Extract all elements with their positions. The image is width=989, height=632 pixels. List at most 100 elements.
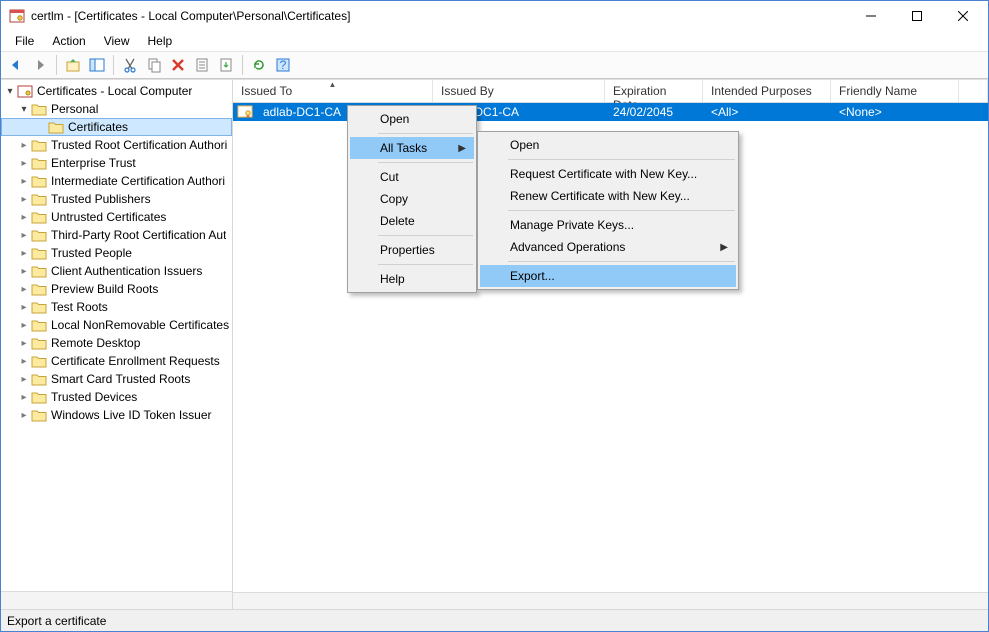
- menu-file[interactable]: File: [7, 32, 42, 50]
- sort-ascending-icon: ▲: [329, 80, 337, 89]
- expander-icon[interactable]: ▸: [17, 356, 31, 367]
- column-header-expiration[interactable]: Expiration Date: [605, 80, 703, 102]
- expander-icon[interactable]: ▾: [17, 104, 31, 115]
- ctx-sub-manage-private-keys[interactable]: Manage Private Keys...: [480, 214, 736, 236]
- expander-icon[interactable]: ▾: [3, 86, 17, 97]
- folder-icon: [31, 138, 47, 152]
- tree-item[interactable]: ▸ Client Authentication Issuers: [1, 262, 232, 280]
- tree-item[interactable]: ▸ Third-Party Root Certification Aut: [1, 226, 232, 244]
- tree-item-label: Intermediate Certification Authori: [51, 174, 225, 188]
- minimize-button[interactable]: [848, 1, 894, 31]
- ctx-copy[interactable]: Copy: [350, 188, 474, 210]
- expander-icon[interactable]: ▸: [17, 284, 31, 295]
- toolbar: ?: [1, 51, 988, 79]
- menu-action[interactable]: Action: [44, 32, 93, 50]
- tree-item-label: Trusted Devices: [51, 390, 137, 404]
- ctx-help[interactable]: Help: [350, 268, 474, 290]
- column-header-issued-by[interactable]: Issued By: [433, 80, 605, 102]
- tree-item[interactable]: ▸Preview Build Roots: [1, 280, 232, 298]
- show-hide-console-tree-button[interactable]: [86, 54, 108, 76]
- expander-icon[interactable]: ▸: [17, 320, 31, 331]
- list-header: Issued To▲ Issued By Expiration Date Int…: [233, 80, 988, 103]
- close-button[interactable]: [940, 1, 986, 31]
- tree-item[interactable]: ▸ Intermediate Certification Authori: [1, 172, 232, 190]
- tree-item[interactable]: ▸Test Roots: [1, 298, 232, 316]
- separator: [378, 162, 473, 163]
- expander-icon[interactable]: ▸: [17, 158, 31, 169]
- tree-item-personal[interactable]: ▾ Personal: [1, 100, 232, 118]
- expander-icon[interactable]: ▸: [17, 374, 31, 385]
- cut-button[interactable]: [119, 54, 141, 76]
- maximize-button[interactable]: [894, 1, 940, 31]
- folder-icon: [31, 282, 47, 296]
- folder-icon: [31, 372, 47, 386]
- ctx-sub-advanced-operations[interactable]: Advanced Operations▶: [480, 236, 736, 258]
- expander-icon[interactable]: ▸: [17, 194, 31, 205]
- tree-root-label: Certificates - Local Computer: [37, 84, 192, 98]
- expander-icon[interactable]: ▸: [17, 176, 31, 187]
- ctx-sub-request-new-key[interactable]: Request Certificate with New Key...: [480, 163, 736, 185]
- tree-root[interactable]: ▾ Certificates - Local Computer: [1, 82, 232, 100]
- expander-icon[interactable]: ▸: [17, 410, 31, 421]
- tree-item-label: Third-Party Root Certification Aut: [51, 228, 226, 242]
- expander-icon[interactable]: ▸: [17, 140, 31, 151]
- ctx-properties[interactable]: Properties: [350, 239, 474, 261]
- tree-item[interactable]: ▸ Trusted Devices: [1, 388, 232, 406]
- expander-icon[interactable]: ▸: [17, 248, 31, 259]
- tree-item[interactable]: ▸Trusted Publishers: [1, 190, 232, 208]
- tree-item[interactable]: ▸Windows Live ID Token Issuer: [1, 406, 232, 424]
- expander-icon[interactable]: ▸: [17, 392, 31, 403]
- tree-item[interactable]: ▸Trusted People: [1, 244, 232, 262]
- forward-button[interactable]: [29, 54, 51, 76]
- tree-item-label: Enterprise Trust: [51, 156, 136, 170]
- back-button[interactable]: [5, 54, 27, 76]
- copy-button[interactable]: [143, 54, 165, 76]
- expander-icon[interactable]: ▸: [17, 212, 31, 223]
- refresh-button[interactable]: [248, 54, 270, 76]
- tree-item[interactable]: ▸Untrusted Certificates: [1, 208, 232, 226]
- tree-item-label: Remote Desktop: [51, 336, 140, 350]
- column-header-overflow[interactable]: [959, 80, 988, 102]
- menu-help[interactable]: Help: [140, 32, 181, 50]
- tree-item[interactable]: ▸ Remote Desktop: [1, 334, 232, 352]
- ctx-sub-export[interactable]: Export...: [480, 265, 736, 287]
- expander-icon[interactable]: ▸: [17, 266, 31, 277]
- tree-item-label: Personal: [51, 102, 98, 116]
- horizontal-scrollbar[interactable]: [233, 592, 988, 609]
- expander-icon[interactable]: ▸: [17, 302, 31, 313]
- tree-item-label: Client Authentication Issuers: [51, 264, 202, 278]
- export-list-button[interactable]: [215, 54, 237, 76]
- list-body[interactable]: adlab-DC1-CA adlab-DC1-CA 24/02/2045 <Al…: [233, 103, 988, 609]
- tree-item[interactable]: ▸Smart Card Trusted Roots: [1, 370, 232, 388]
- delete-button[interactable]: [167, 54, 189, 76]
- up-button[interactable]: [62, 54, 84, 76]
- column-header-issued-to[interactable]: Issued To▲: [233, 80, 433, 102]
- tree-item[interactable]: ▸Local NonRemovable Certificates: [1, 316, 232, 334]
- tree-item-certificates[interactable]: Certificates: [1, 118, 232, 136]
- ctx-cut[interactable]: Cut: [350, 166, 474, 188]
- ctx-all-tasks[interactable]: All Tasks▶: [350, 137, 474, 159]
- column-header-purposes[interactable]: Intended Purposes: [703, 80, 831, 102]
- folder-icon: [31, 174, 47, 188]
- expander-icon[interactable]: ▸: [17, 230, 31, 241]
- app-icon: [9, 8, 25, 24]
- certificates-store-icon: [17, 84, 33, 98]
- tree-pane[interactable]: ▾ Certificates - Local Computer ▾ Person…: [1, 80, 233, 609]
- context-submenu-all-tasks[interactable]: Open Request Certificate with New Key...…: [477, 131, 739, 290]
- column-header-friendly[interactable]: Friendly Name: [831, 80, 959, 102]
- ctx-sub-renew-new-key[interactable]: Renew Certificate with New Key...: [480, 185, 736, 207]
- tree-item[interactable]: ▸Certificate Enrollment Requests: [1, 352, 232, 370]
- properties-button[interactable]: [191, 54, 213, 76]
- help-button[interactable]: ?: [272, 54, 294, 76]
- tree-item[interactable]: ▸Trusted Root Certification Authori: [1, 136, 232, 154]
- ctx-open[interactable]: Open: [350, 108, 474, 130]
- expander-icon[interactable]: ▸: [17, 338, 31, 349]
- separator: [508, 210, 735, 211]
- chevron-right-icon: ▶: [458, 143, 466, 154]
- folder-icon: [48, 120, 64, 134]
- ctx-delete[interactable]: Delete: [350, 210, 474, 232]
- menu-view[interactable]: View: [96, 32, 138, 50]
- context-menu[interactable]: Open All Tasks▶ Cut Copy Delete Properti…: [347, 105, 477, 293]
- ctx-sub-open[interactable]: Open: [480, 134, 736, 156]
- tree-item[interactable]: ▸ Enterprise Trust: [1, 154, 232, 172]
